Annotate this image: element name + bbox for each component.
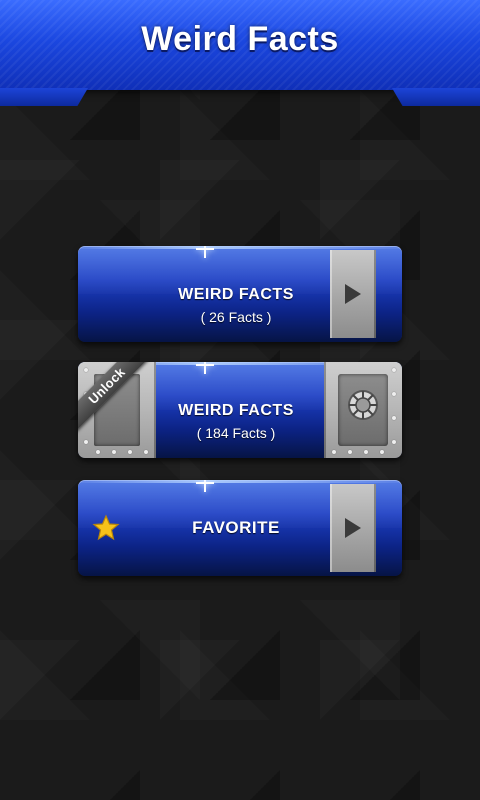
button-title: FAVORITE [192, 518, 280, 537]
favorite-button[interactable]: FAVORITE [78, 480, 402, 576]
sparkle-icon [196, 362, 214, 374]
play-arrow-icon [345, 518, 361, 538]
header-tab-left [0, 88, 88, 106]
play-panel[interactable] [330, 250, 376, 338]
button-title: WEIRD FACTS [178, 402, 294, 419]
rivet [84, 440, 88, 444]
header-tab-right [392, 88, 480, 106]
sparkle-icon [196, 246, 214, 258]
rivet [392, 416, 396, 420]
play-arrow-icon [345, 284, 361, 304]
rivet [332, 450, 336, 454]
weird-facts-184-button[interactable]: Unlock WEIRD FACTS ( 184 Facts ) [78, 362, 402, 458]
rivet [392, 440, 396, 444]
app-header: Weird Facts [0, 0, 480, 108]
button-edge-highlight [78, 480, 402, 483]
rivet [144, 450, 148, 454]
play-panel[interactable] [330, 484, 376, 572]
rivet [96, 450, 100, 454]
app-title: Weird Facts [141, 20, 339, 58]
rivet [128, 450, 132, 454]
sparkle-icon [196, 480, 214, 492]
rivet [392, 368, 396, 372]
button-title: WEIRD FACTS [178, 286, 294, 303]
button-subtitle: ( 26 Facts ) [200, 309, 272, 325]
button-subtitle: ( 184 Facts ) [196, 425, 276, 441]
rivet [348, 450, 352, 454]
weird-facts-26-button[interactable]: WEIRD FACTS ( 26 Facts ) [78, 246, 402, 342]
button-edge-highlight [78, 246, 402, 249]
rivet [380, 450, 384, 454]
rivet [392, 392, 396, 396]
locked-right-panel [324, 362, 402, 458]
rivet [364, 450, 368, 454]
vault-lock-icon [348, 390, 378, 420]
star-icon [92, 514, 120, 541]
rivet [84, 368, 88, 372]
rivet [112, 450, 116, 454]
